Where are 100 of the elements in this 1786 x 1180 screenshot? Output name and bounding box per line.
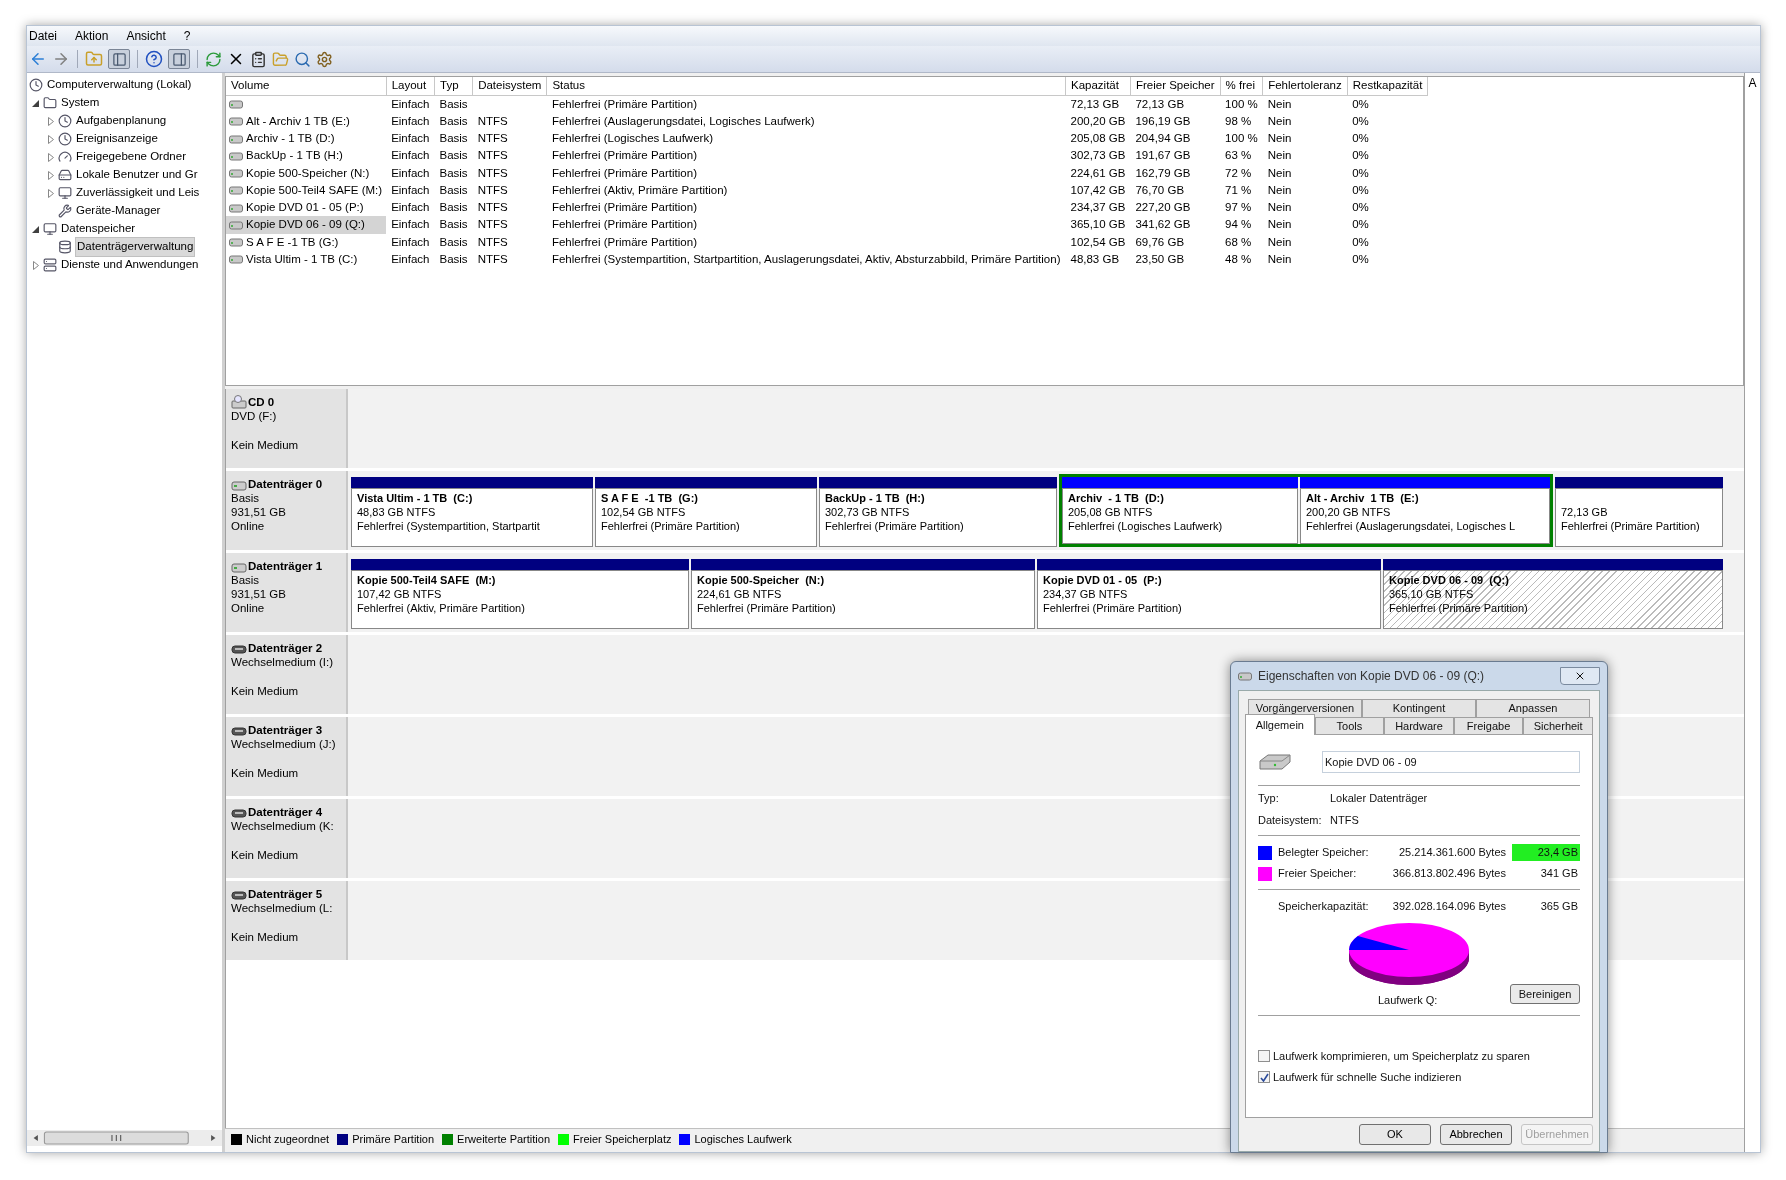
column-header[interactable]: Freier Speicher bbox=[1130, 77, 1221, 95]
partition-block[interactable]: 72,13 GB Fehlerfrei (Primäre Partition) bbox=[1555, 488, 1723, 547]
settings-icon[interactable] bbox=[316, 50, 333, 68]
disk-label-panel[interactable]: Datenträger 1 Basis 931,51 GB Online bbox=[226, 553, 348, 632]
dialog-tab[interactable]: Freigabe bbox=[1453, 717, 1524, 735]
column-header[interactable]: Kapazität bbox=[1065, 77, 1131, 95]
volume-cell[interactable]: Vista Ultim - 1 TB (C:) bbox=[226, 250, 387, 268]
tree-item[interactable]: Datenträgerverwaltung bbox=[75, 237, 196, 257]
tree-item[interactable]: System bbox=[60, 94, 101, 112]
refresh-icon[interactable] bbox=[205, 50, 222, 68]
disk-name: Datenträger 2 bbox=[248, 641, 323, 655]
horizontal-scrollbar[interactable] bbox=[27, 1130, 222, 1146]
volume-cell[interactable]: Kopie 500-Speicher (N:) bbox=[226, 164, 387, 182]
dialog-button[interactable]: OK bbox=[1359, 1124, 1431, 1145]
collapsed-arrow-icon[interactable] bbox=[47, 116, 54, 126]
dialog-tab[interactable]: Vorgängerversionen bbox=[1248, 699, 1362, 717]
collapsed-arrow-icon[interactable] bbox=[47, 134, 54, 144]
partition-status: Fehlerfrei (Primäre Partition) bbox=[1389, 601, 1529, 615]
dialog-tab[interactable]: Tools bbox=[1314, 717, 1385, 735]
disk-label-panel[interactable]: Datenträger 0 Basis 931,51 GB Online bbox=[226, 471, 348, 550]
menu-item[interactable]: Aktion bbox=[75, 27, 109, 45]
column-header[interactable]: Dateisystem bbox=[472, 77, 547, 95]
tree-item[interactable]: Ereignisanzeige bbox=[75, 130, 159, 148]
dialog-tab[interactable]: Anpassen bbox=[1476, 699, 1590, 717]
checkbox[interactable] bbox=[1258, 1050, 1270, 1062]
volume-cell[interactable]: Kopie DVD 06 - 09 (Q:) bbox=[226, 216, 387, 234]
collapsed-arrow-icon[interactable] bbox=[47, 152, 54, 162]
menu-item[interactable]: ? bbox=[183, 27, 191, 45]
disk-label-panel[interactable]: CD 0 DVD (F:) Kein Medium bbox=[226, 389, 348, 468]
column-header[interactable]: Typ bbox=[434, 77, 473, 95]
partition-block[interactable]: Kopie 500-Speicher (N:) 224,61 GB NTFS Fehlerfrei (Primäre Partition) bbox=[691, 570, 1035, 629]
tree-item[interactable]: Computerverwaltung (Lokal) bbox=[46, 76, 193, 94]
checkbox[interactable] bbox=[1258, 1071, 1270, 1083]
partition-title: Alt - Archiv 1 TB (E:) bbox=[1306, 491, 1420, 505]
cleanup-button[interactable]: Bereinigen bbox=[1510, 984, 1580, 1005]
drive-icon bbox=[229, 133, 243, 144]
volume-cell[interactable]: Alt - Archiv 1 TB (E:) bbox=[226, 112, 387, 130]
column-header[interactable]: Volume bbox=[226, 77, 387, 95]
tree-item[interactable]: Dienste und Anwendungen bbox=[60, 256, 200, 274]
column-header[interactable]: Fehlertoleranz bbox=[1262, 77, 1348, 95]
disk-label-panel[interactable]: Datenträger 4 Wechselmedium (K: Kein Medium bbox=[226, 799, 348, 878]
column-header[interactable]: % frei bbox=[1220, 77, 1263, 95]
table-cell-text: NTFS bbox=[476, 148, 509, 164]
disk-name: Datenträger 3 bbox=[248, 723, 323, 737]
disk-status: Online bbox=[231, 519, 266, 533]
disk-label-panel[interactable]: Datenträger 3 Wechselmedium (J:) Kein Medium bbox=[226, 717, 348, 796]
menu-item[interactable]: Datei bbox=[29, 27, 57, 45]
action-pane-toggle-button[interactable] bbox=[168, 49, 190, 69]
tree-item[interactable]: Zuverlässigkeit und Leis bbox=[75, 184, 201, 202]
tree-item[interactable]: Geräte-Manager bbox=[75, 202, 162, 220]
dialog-button[interactable]: Abbrechen bbox=[1440, 1124, 1512, 1145]
drive-icon bbox=[229, 116, 243, 127]
dialog-tab[interactable]: Kontingent bbox=[1362, 699, 1476, 717]
table-cell-text: 302,73 GB bbox=[1069, 148, 1127, 164]
dialog-tab[interactable]: Hardware bbox=[1384, 717, 1454, 735]
column-header[interactable]: Restkapazität bbox=[1347, 77, 1428, 95]
partition-block[interactable]: Archiv - 1 TB (D:) 205,08 GB NTFS Fehlerfrei (Logisches Laufwerk) bbox=[1062, 488, 1298, 544]
table-cell: 100 % bbox=[1220, 95, 1263, 113]
partition-block[interactable]: Kopie 500-Teil4 SAFE (M:) 107,42 GB NTFS Fehlerfrei (Aktiv, Primäre Partition) bbox=[351, 570, 689, 629]
tree-item[interactable]: Aufgabenplanung bbox=[75, 112, 168, 130]
partition-block[interactable]: Alt - Archiv 1 TB (E:) 200,20 GB NTFS Fehlerfrei (Auslagerungsdatei, Logisches L bbox=[1300, 488, 1550, 544]
column-header[interactable]: Status bbox=[546, 77, 1066, 95]
help-icon[interactable] bbox=[145, 50, 163, 68]
column-header[interactable]: Layout bbox=[386, 77, 435, 95]
tree-toggle-button[interactable] bbox=[108, 49, 130, 69]
partition-block[interactable]: Kopie DVD 06 - 09 (Q:) 365,10 GB NTFS Fehlerfrei (Primäre Partition) bbox=[1383, 570, 1723, 629]
partition-block[interactable]: BackUp - 1 TB (H:) 302,73 GB NTFS Fehlerfrei (Primäre Partition) bbox=[819, 488, 1057, 547]
properties-icon[interactable] bbox=[250, 50, 267, 68]
close-button[interactable] bbox=[1560, 667, 1600, 685]
tree-item[interactable]: Datenspeicher bbox=[60, 220, 137, 238]
disk-status: Kein Medium bbox=[231, 930, 300, 944]
partition-block[interactable]: Vista Ultim - 1 TB (C:) 48,83 GB NTFS Fehlerfrei (Systempartition, Startpartit bbox=[351, 488, 593, 547]
close-icon bbox=[1574, 670, 1586, 682]
tree-item[interactable]: Freigegebene Ordner bbox=[75, 148, 187, 166]
drive-name-field[interactable]: Kopie DVD 06 - 09 bbox=[1322, 751, 1580, 773]
tree-item[interactable]: Lokale Benutzer und Gr bbox=[75, 166, 199, 184]
disk-type: Wechselmedium (I:) bbox=[231, 655, 335, 669]
dialog-tab[interactable]: Allgemein bbox=[1245, 714, 1315, 735]
volume-cell[interactable]: Kopie 500-Teil4 SAFE (M:) bbox=[226, 181, 387, 199]
volume-cell[interactable]: BackUp - 1 TB (H:) bbox=[226, 147, 387, 165]
forward-arrow-icon[interactable] bbox=[52, 50, 70, 68]
dialog-tab[interactable]: Sicherheit bbox=[1523, 717, 1593, 735]
disk-label-panel[interactable]: Datenträger 5 Wechselmedium (L: Kein Medium bbox=[226, 881, 348, 960]
folder-up-icon[interactable] bbox=[85, 50, 103, 68]
expanded-arrow-icon[interactable] bbox=[32, 225, 39, 233]
partition-block[interactable]: S A F E -1 TB (G:) 102,54 GB NTFS Fehlerfrei (Primäre Partition) bbox=[595, 488, 817, 547]
partition-block[interactable]: Kopie DVD 01 - 05 (P:) 234,37 GB NTFS Fehlerfrei (Primäre Partition) bbox=[1037, 570, 1381, 629]
search-icon[interactable] bbox=[294, 50, 311, 68]
folder-open-icon[interactable] bbox=[272, 50, 289, 68]
menu-item[interactable]: Ansicht bbox=[126, 27, 166, 45]
collapsed-arrow-icon[interactable] bbox=[47, 188, 54, 198]
volume-cell[interactable]: Archiv - 1 TB (D:) bbox=[226, 130, 387, 148]
collapsed-arrow-icon[interactable] bbox=[32, 260, 39, 270]
checkmark-icon bbox=[1259, 1072, 1269, 1082]
expanded-arrow-icon[interactable] bbox=[32, 99, 39, 107]
disk-label-panel[interactable]: Datenträger 2 Wechselmedium (I:) Kein Medium bbox=[226, 635, 348, 714]
volume-cell[interactable]: S A F E -1 TB (G:) bbox=[226, 233, 387, 251]
legend-label: Erweiterte Partition bbox=[457, 1132, 551, 1148]
volume-cell[interactable]: Kopie DVD 01 - 05 (P:) bbox=[226, 199, 387, 217]
collapsed-arrow-icon[interactable] bbox=[47, 170, 54, 180]
